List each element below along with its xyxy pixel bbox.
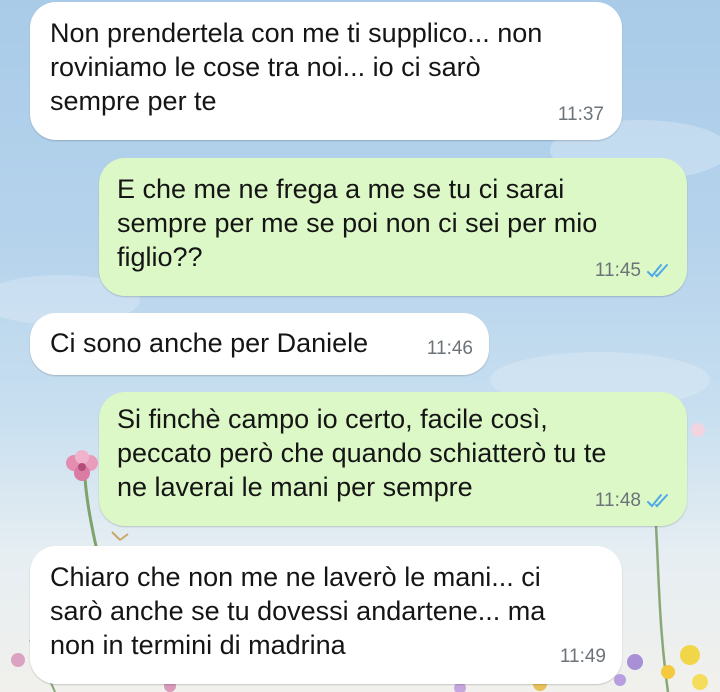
message-text: Chiaro che non me ne laverò le mani... c…	[50, 562, 546, 660]
message-meta: 11:46	[427, 332, 473, 366]
message-bubble-incoming[interactable]: Non prendertela con me ti supplico... no…	[30, 2, 622, 140]
message-time: 11:48	[594, 490, 641, 511]
message-time: 11:49	[559, 646, 606, 667]
message-time: 11:45	[594, 260, 641, 281]
message-bubble-incoming[interactable]: Ci sono anche per Daniele 11:46	[30, 313, 489, 375]
message-bubble-outgoing[interactable]: E che me ne frega a me se tu ci sarai se…	[99, 158, 687, 296]
read-double-check-icon	[647, 493, 673, 509]
message-meta: 11:45	[595, 254, 673, 288]
message-text: Ci sono anche per Daniele	[50, 328, 369, 358]
message-meta: 11:49	[560, 640, 606, 674]
message-meta: 11:48	[595, 484, 673, 518]
message-bubble-outgoing[interactable]: Si finchè campo io certo, facile così, p…	[99, 392, 687, 526]
message-bubble-incoming[interactable]: Chiaro che non me ne laverò le mani... c…	[30, 546, 622, 684]
message-time: 11:37	[557, 104, 604, 125]
message-text: Non prendertela con me ti supplico... no…	[50, 18, 543, 116]
message-text: Si finchè campo io certo, facile così, p…	[117, 404, 607, 502]
message-time: 11:46	[426, 338, 473, 359]
message-text: E che me ne frega a me se tu ci sarai se…	[117, 174, 598, 272]
read-double-check-icon	[647, 263, 673, 279]
message-meta: 11:37	[558, 98, 604, 132]
